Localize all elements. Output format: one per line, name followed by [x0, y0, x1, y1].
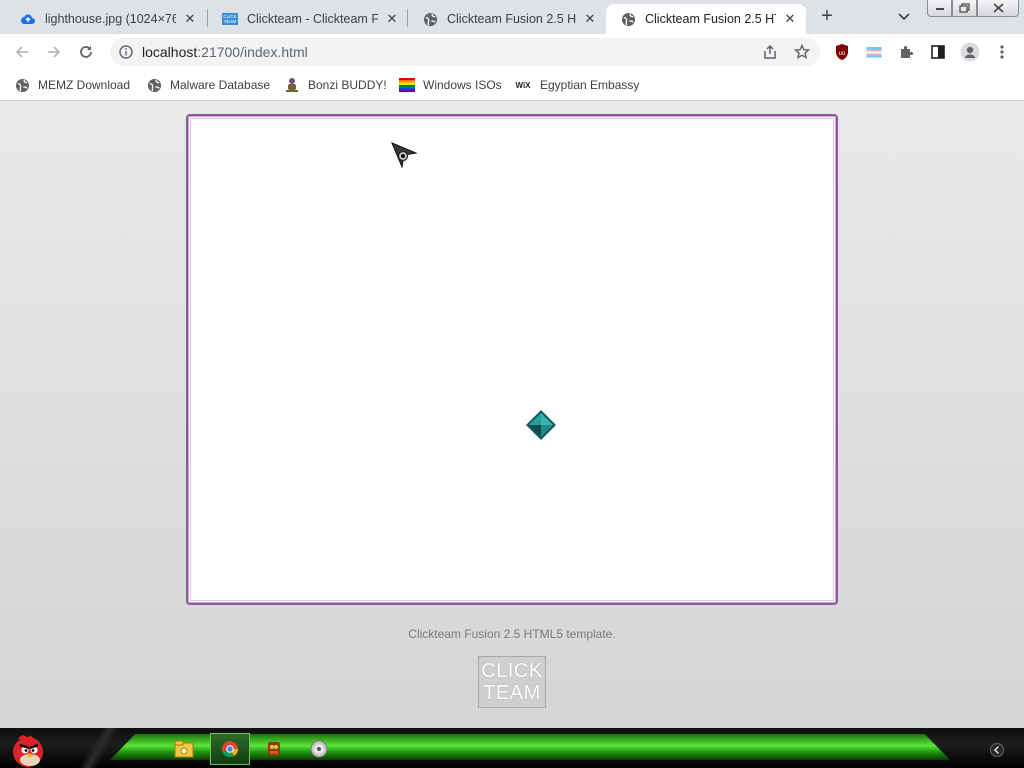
tab-fusion-1[interactable]: Clickteam Fusion 2.5 HTML5 ✕ — [408, 4, 606, 34]
chrome-icon — [222, 741, 239, 758]
page-viewport: Clickteam Fusion 2.5 HTML5 template. CLI… — [0, 101, 1024, 728]
bookmark-memz[interactable]: MEMZ Download — [14, 75, 130, 95]
chevron-down-icon — [898, 13, 910, 21]
bookmark-malware-database[interactable]: Malware Database — [146, 75, 270, 95]
bookmark-label: Windows ISOs — [423, 78, 502, 92]
bookmarks-bar: MEMZ Download Malware Database Bonzi BUD… — [0, 70, 1024, 101]
trans-flag-extension-button[interactable] — [861, 40, 887, 64]
tray-chevron-button[interactable] — [988, 741, 1006, 759]
bookmark-label: Malware Database — [170, 78, 271, 92]
url-text: localhost:21700/index.html — [142, 44, 308, 60]
game-icon — [268, 742, 280, 756]
taskbar-explorer[interactable] — [164, 733, 204, 765]
disc-icon — [310, 740, 328, 758]
forward-button[interactable] — [41, 40, 67, 64]
restore-icon — [958, 3, 970, 13]
arrow-left-icon — [15, 46, 28, 58]
menu-button[interactable] — [989, 40, 1015, 64]
side-panel-button[interactable] — [925, 40, 951, 64]
star-icon[interactable] — [792, 44, 812, 60]
bookmark-label: Egyptian Embassy — [540, 78, 640, 92]
close-window-button[interactable] — [977, 0, 1019, 17]
gem-sprite — [526, 410, 556, 440]
tab-title: Clickteam Fusion 2.5 HTML5 — [645, 12, 776, 26]
rainbow-flag-icon — [399, 77, 415, 93]
url-path: :21700/index.html — [197, 44, 308, 60]
close-icon[interactable]: ✕ — [782, 11, 798, 27]
extensions-button[interactable] — [893, 40, 919, 64]
close-icon — [992, 3, 1004, 13]
tab-lighthouse[interactable]: lighthouse.jpg (1024×768) ✕ — [6, 4, 206, 34]
tab-strip: lighthouse.jpg (1024×768) ✕ CLICK TEAM Cl… — [0, 0, 1024, 34]
taskbar-chrome[interactable] — [210, 733, 250, 765]
browser-toolbar: localhost:21700/index.html uo — [0, 34, 1024, 70]
back-button[interactable] — [9, 40, 35, 64]
bookmark-egyptian-embassy[interactable]: WiX Egyptian Embassy — [514, 75, 639, 95]
taskbar-disc[interactable] — [299, 733, 339, 765]
globe-icon — [14, 77, 30, 93]
svg-text:TEAM: TEAM — [224, 19, 237, 24]
globe-icon — [146, 77, 162, 93]
reload-button[interactable] — [73, 40, 99, 64]
ublock-extension-button[interactable]: uo — [829, 40, 855, 64]
bookmark-windows-isos[interactable]: Windows ISOs — [399, 75, 502, 95]
kebab-menu-icon — [1000, 45, 1004, 59]
taskbar-game[interactable] — [254, 733, 294, 765]
close-icon[interactable]: ✕ — [182, 11, 198, 27]
tab-search-button[interactable] — [893, 8, 915, 26]
template-footer-text: Clickteam Fusion 2.5 HTML5 template. — [408, 627, 616, 641]
info-icon[interactable] — [118, 44, 134, 60]
globe-icon — [422, 11, 438, 27]
angry-bird-start-icon[interactable] — [8, 730, 48, 768]
bookmark-bonzi-buddy[interactable]: Bonzi BUDDY! — [284, 75, 387, 95]
taskbar — [0, 728, 1024, 768]
arrow-cursor-sprite — [391, 142, 418, 169]
profile-button[interactable] — [957, 40, 983, 64]
game-canvas[interactable] — [190, 118, 834, 601]
explorer-icon — [174, 740, 194, 758]
tab-fusion-active[interactable]: Clickteam Fusion 2.5 HTML5 ✕ — [606, 4, 806, 34]
ublock-icon: uo — [836, 44, 848, 60]
side-panel-icon — [931, 45, 945, 59]
close-icon[interactable]: ✕ — [384, 11, 400, 27]
tab-title: lighthouse.jpg (1024×768) — [45, 12, 176, 26]
tab-title: Clickteam - Clickteam Fusion — [247, 12, 378, 26]
chevron-left-icon — [990, 743, 1004, 757]
new-tab-button[interactable]: + — [814, 6, 840, 28]
minimize-button[interactable] — [927, 0, 952, 17]
cloud-icon — [20, 11, 36, 27]
tab-clickteam[interactable]: CLICKTEAM Clickteam - Clickteam Fusion ✕ — [208, 4, 408, 34]
bookmark-label: MEMZ Download — [38, 78, 131, 92]
logo-line-click: CLICK — [481, 660, 543, 682]
address-bar[interactable]: localhost:21700/index.html — [110, 38, 820, 66]
maximize-button[interactable] — [952, 0, 977, 17]
clickteam-logo[interactable]: CLICK TEAM — [478, 656, 546, 708]
reload-icon — [80, 46, 92, 58]
share-icon[interactable] — [760, 44, 780, 60]
bonzi-icon — [284, 77, 300, 93]
close-icon[interactable]: ✕ — [582, 11, 598, 27]
avatar-icon — [960, 42, 980, 62]
minimize-icon — [935, 8, 944, 10]
globe-icon — [620, 11, 636, 27]
url-host: localhost — [142, 44, 198, 60]
bookmark-label: Bonzi BUDDY! — [308, 78, 387, 92]
puzzle-icon — [901, 46, 913, 58]
wix-icon: WiX — [515, 80, 531, 90]
clickteam-icon: CLICK TEAM — [222, 11, 238, 27]
svg-text:uo: uo — [839, 51, 846, 57]
tab-title: Clickteam Fusion 2.5 HTML5 — [447, 12, 576, 26]
game-frame — [186, 114, 838, 605]
trans-flag-icon — [866, 44, 882, 60]
arrow-right-icon — [48, 46, 61, 58]
logo-line-team: TEAM — [483, 682, 541, 704]
